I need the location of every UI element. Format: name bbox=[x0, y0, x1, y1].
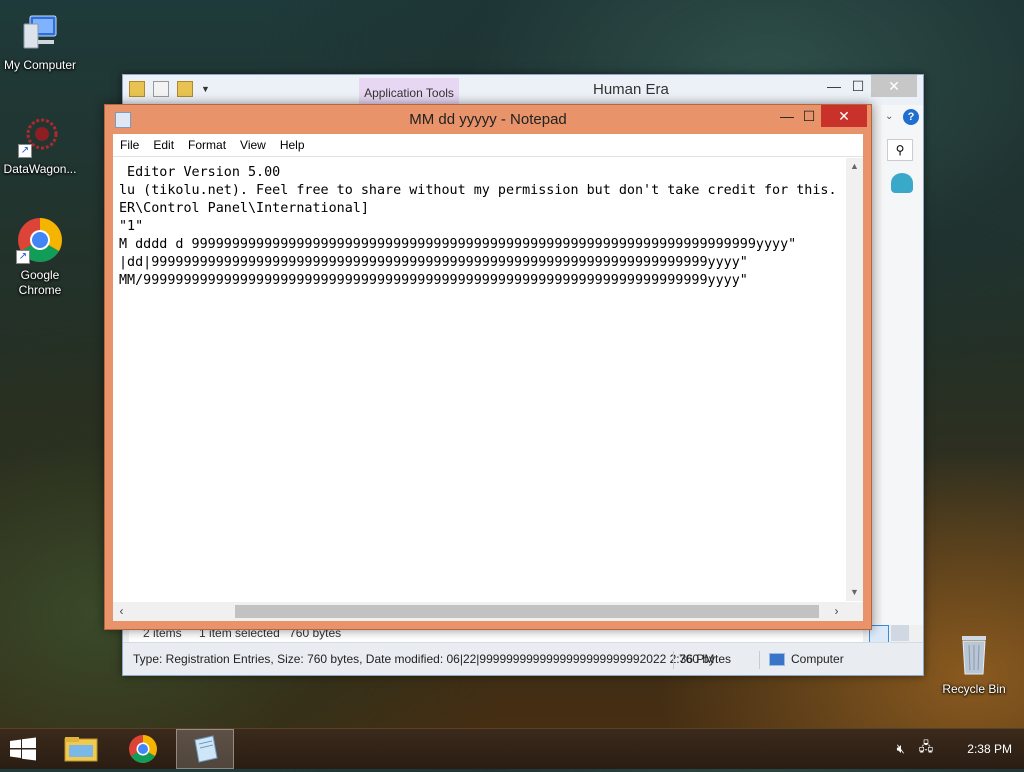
network-icon[interactable]: 🖧︎ bbox=[919, 738, 934, 760]
taskbar-chrome[interactable] bbox=[114, 729, 172, 769]
notepad-icon bbox=[194, 735, 218, 763]
large-icons-view-button[interactable] bbox=[891, 625, 909, 641]
shell-icon bbox=[891, 173, 913, 193]
scroll-up-icon[interactable]: ▲ bbox=[846, 158, 863, 175]
desktop-icon-my-computer[interactable]: My Computer bbox=[0, 10, 80, 73]
text-line: ER\Control Panel\International] bbox=[119, 201, 369, 216]
application-tools-tab[interactable]: Application Tools bbox=[359, 78, 459, 105]
desktop-icon-label: My Computer bbox=[3, 58, 77, 72]
new-folder-icon[interactable] bbox=[177, 81, 193, 97]
notepad-title: MM dd yyyyy - Notepad bbox=[409, 111, 567, 128]
computer-icon bbox=[18, 10, 62, 54]
maximize-button[interactable]: ☐ bbox=[843, 75, 873, 97]
file-explorer-icon bbox=[64, 737, 98, 762]
close-button[interactable]: ✕ bbox=[821, 105, 867, 127]
desktop-icon-label: DataWagon... bbox=[3, 162, 77, 176]
scroll-left-icon[interactable]: ‹ bbox=[113, 602, 130, 621]
taskbar: 🔇︎ 🖧︎ 2:38 PM bbox=[0, 728, 1024, 769]
explorer-title: Human Era bbox=[593, 81, 669, 98]
menu-edit[interactable]: Edit bbox=[146, 138, 181, 152]
horizontal-scroll-thumb[interactable] bbox=[235, 605, 819, 618]
computer-icon bbox=[769, 652, 785, 666]
explorer-titlebar[interactable]: ▼ Application Tools Human Era — ☐ ✕ bbox=[123, 75, 923, 105]
chrome-icon bbox=[129, 735, 157, 763]
shortcut-arrow-icon: ↗ bbox=[16, 250, 30, 264]
notepad-titlebar[interactable]: MM dd yyyyy - Notepad — ☐ ✕ bbox=[105, 105, 871, 133]
desktop-icon-datawagon[interactable]: ↗ DataWagon... bbox=[0, 114, 80, 177]
explorer-right-panel: ⌄ ? ⚲ bbox=[881, 105, 923, 625]
details-pane: Type: Registration Entries, Size: 760 by… bbox=[123, 642, 923, 675]
horizontal-scrollbar[interactable]: ‹ › bbox=[113, 602, 845, 621]
quick-access-toolbar: ▼ bbox=[129, 81, 210, 97]
text-line: M dddd d 9999999999999999999999999999999… bbox=[119, 237, 797, 252]
text-line: "1" bbox=[119, 219, 144, 234]
text-line: Editor Version 5.00 bbox=[119, 165, 281, 180]
properties-icon[interactable] bbox=[153, 81, 169, 97]
system-tray: 🔇︎ 🖧︎ 2:38 PM bbox=[897, 729, 1012, 769]
menu-bar: File Edit Format View Help bbox=[113, 134, 863, 157]
menu-view[interactable]: View bbox=[233, 138, 273, 152]
notepad-body: File Edit Format View Help Editor Versio… bbox=[113, 134, 863, 621]
taskbar-clock[interactable]: 2:38 PM bbox=[967, 742, 1012, 756]
location-label: Computer bbox=[791, 652, 844, 666]
desktop-icon-label: Recycle Bin bbox=[942, 682, 1006, 696]
shortcut-arrow-icon: ↗ bbox=[18, 144, 32, 158]
menu-file[interactable]: File bbox=[113, 138, 146, 152]
maximize-button[interactable]: ☐ bbox=[795, 105, 823, 127]
text-line: MM/9999999999999999999999999999999999999… bbox=[119, 273, 748, 288]
taskbar-notepad[interactable] bbox=[176, 729, 234, 769]
windows-logo-icon bbox=[10, 737, 36, 761]
resize-grip[interactable] bbox=[845, 602, 863, 621]
menu-format[interactable]: Format bbox=[181, 138, 233, 152]
chrome-icon: ↗ bbox=[16, 216, 64, 264]
desktop-icon-recycle-bin[interactable]: Recycle Bin bbox=[934, 630, 1014, 697]
text-line: lu (tikolu.net). Feel free to share with… bbox=[119, 183, 837, 198]
file-size: 760 bytes bbox=[679, 652, 732, 666]
desktop-icon-google-chrome[interactable]: ↗ Google Chrome bbox=[0, 216, 80, 298]
vertical-scrollbar[interactable]: ▲ ▼ bbox=[846, 158, 863, 601]
file-details: Type: Registration Entries, Size: 760 by… bbox=[133, 652, 715, 666]
start-button[interactable] bbox=[8, 737, 38, 761]
scroll-right-icon[interactable]: › bbox=[828, 602, 845, 621]
details-view-button[interactable] bbox=[869, 625, 889, 643]
chevron-down-icon[interactable]: ▼ bbox=[201, 84, 210, 94]
folder-icon[interactable] bbox=[129, 81, 145, 97]
menu-help[interactable]: Help bbox=[273, 138, 312, 152]
text-editor[interactable]: Editor Version 5.00 lu (tikolu.net). Fee… bbox=[113, 158, 845, 601]
volume-muted-icon[interactable]: 🔇︎ bbox=[897, 741, 905, 757]
taskbar-file-explorer[interactable] bbox=[52, 729, 110, 769]
search-icon[interactable]: ⚲ bbox=[887, 139, 913, 161]
help-icon[interactable]: ? bbox=[903, 109, 919, 125]
desktop-icon-label: Google Chrome bbox=[18, 268, 62, 297]
close-button[interactable]: ✕ bbox=[871, 75, 917, 97]
location: Computer bbox=[769, 643, 844, 675]
text-line: |dd|999999999999999999999999999999999999… bbox=[119, 255, 748, 270]
chevron-down-icon[interactable]: ⌄ bbox=[885, 111, 893, 122]
datawagon-icon: ↗ bbox=[18, 114, 62, 158]
recycle-bin-icon bbox=[954, 630, 994, 678]
notepad-window[interactable]: MM dd yyyyy - Notepad — ☐ ✕ File Edit Fo… bbox=[104, 104, 872, 630]
scroll-down-icon[interactable]: ▼ bbox=[846, 584, 863, 601]
